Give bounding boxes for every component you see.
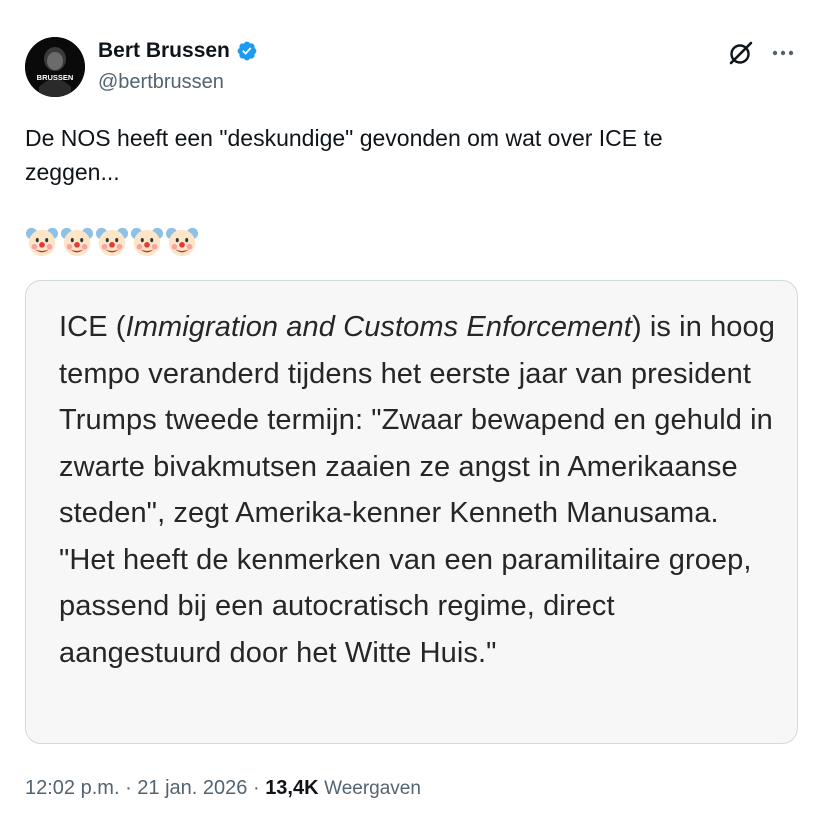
emoji-row (25, 225, 199, 259)
views-count: 13,4K (265, 777, 319, 799)
tweet: BRUSSEN Bert Brussen @bertbrussen De NOS… (0, 0, 824, 827)
meta-separator: · (119, 777, 138, 799)
avatar-text: BRUSSEN (37, 73, 74, 82)
tweet-text: De NOS heeft een "deskundige" gevonden o… (25, 125, 663, 185)
author-handle[interactable]: @bertbrussen (98, 70, 224, 94)
media-image-card[interactable]: ICE (Immigration and Customs Enforcement… (25, 280, 798, 744)
clown-face-icon (25, 227, 59, 257)
grok-icon[interactable] (727, 39, 755, 67)
media-text-after: ) is in hoog tempo veranderd tijdens het… (59, 311, 775, 669)
media-screenshot-text: ICE (Immigration and Customs Enforcement… (59, 304, 779, 676)
meta-separator: · (247, 777, 266, 799)
clown-face-icon (165, 227, 199, 257)
media-text-before: ICE ( (59, 311, 126, 343)
clown-face-icon (95, 227, 129, 257)
media-text-italic: Immigration and Customs Enforcement (125, 311, 632, 343)
clown-face-icon (130, 227, 164, 257)
more-options-icon[interactable] (770, 40, 796, 66)
author-name-row: Bert Brussen (98, 38, 258, 64)
clown-face-icon (60, 227, 94, 257)
tweet-date[interactable]: 21 jan. 2026 (137, 777, 247, 799)
avatar[interactable]: BRUSSEN (25, 37, 85, 97)
tweet-meta: 12:02 p.m. · 21 jan. 2026 · 13,4K Weerga… (25, 774, 421, 803)
avatar-image: BRUSSEN (25, 37, 85, 97)
tweet-time[interactable]: 12:02 p.m. (25, 777, 120, 799)
views-label: Weergaven (324, 778, 421, 799)
verified-badge-icon[interactable] (236, 40, 258, 62)
author-display-name[interactable]: Bert Brussen (98, 38, 230, 64)
